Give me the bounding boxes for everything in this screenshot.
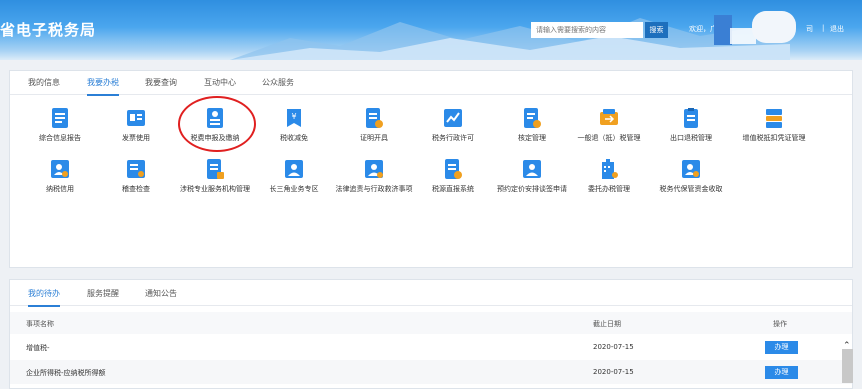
scrollbar-thumb[interactable] bbox=[842, 349, 853, 383]
service-entrust[interactable]: 委托办税管理 bbox=[569, 158, 649, 194]
service-general-refund[interactable]: 一般退（抵）税管理 bbox=[569, 107, 649, 143]
service-invoice[interactable]: 发票使用 bbox=[96, 107, 176, 143]
redacted-user-block bbox=[752, 11, 796, 43]
tab-my-todo[interactable]: 我的待办 bbox=[28, 288, 60, 307]
tab-tax-handling[interactable]: 我要办税 bbox=[87, 77, 119, 96]
welcome-text: 欢迎，广 bbox=[689, 25, 717, 33]
todo-panel: 我的待办 服务提醒 通知公告 事项名称 截止日期 操作 增值税- 2020-07… bbox=[9, 279, 853, 389]
row-name: 增值税- bbox=[26, 344, 50, 352]
column-header-name: 事项名称 bbox=[26, 320, 54, 328]
service-export-refund[interactable]: 出口退税管理 bbox=[651, 107, 731, 143]
header-banner: 省电子税务局 搜索 欢迎，广 司 | 退出 bbox=[0, 0, 862, 60]
credit-icon bbox=[51, 160, 69, 178]
row-deadline: 2020-07-15 bbox=[593, 343, 634, 351]
tab-interaction[interactable]: 互动中心 bbox=[204, 77, 236, 94]
table-row: 增值税- 2020-07-15 办理 bbox=[10, 335, 852, 359]
agency-icon bbox=[207, 159, 224, 179]
invoice-icon bbox=[127, 110, 145, 126]
custody-icon bbox=[682, 160, 700, 178]
pricing-icon bbox=[523, 160, 541, 178]
header-separator: | bbox=[822, 24, 825, 32]
vat-deduct-icon bbox=[766, 109, 782, 128]
todo-tabs: 我的待办 服务提醒 通知公告 bbox=[10, 280, 852, 307]
service-fund-custody[interactable]: 税务代保管资金收取 bbox=[646, 158, 736, 194]
service-certificate[interactable]: 证明开具 bbox=[334, 107, 414, 143]
service-tax-relief[interactable]: ¥ 税收减免 bbox=[254, 107, 334, 143]
service-direct-report[interactable]: 税源直报系统 bbox=[413, 158, 493, 194]
column-header-action: 操作 bbox=[773, 320, 787, 328]
service-legal-remedy[interactable]: 法律追责与行政救济事项 bbox=[334, 158, 414, 194]
legal-icon bbox=[365, 160, 383, 178]
tax-relief-icon: ¥ bbox=[287, 109, 301, 127]
tab-my-info[interactable]: 我的信息 bbox=[28, 77, 60, 94]
search-button[interactable]: 搜索 bbox=[645, 22, 668, 38]
delta-zone-icon bbox=[285, 160, 303, 178]
company-link[interactable]: 司 bbox=[806, 24, 813, 34]
highlight-circle-annotation bbox=[178, 96, 256, 152]
mountain-landscape-icon bbox=[230, 18, 790, 60]
services-panel: 我的信息 我要办税 我要查询 互动中心 公众服务 综合信息报告 发票使用 税费申… bbox=[9, 70, 853, 268]
main-tabs: 我的信息 我要办税 我要查询 互动中心 公众服务 bbox=[10, 71, 852, 96]
service-inspection[interactable]: 稽查检查 bbox=[96, 158, 176, 194]
direct-report-icon bbox=[445, 159, 462, 179]
handle-button[interactable]: 办理 bbox=[765, 366, 798, 379]
search-input[interactable] bbox=[531, 22, 643, 38]
export-refund-icon bbox=[684, 108, 698, 128]
permit-chart-icon bbox=[444, 109, 462, 127]
table-row: 企业所得税-应纳税所得额 2020-07-15 办理 bbox=[10, 360, 852, 384]
service-vat-deduction[interactable]: 增值税抵扣凭证管理 bbox=[724, 107, 824, 143]
certificate-icon bbox=[366, 108, 383, 128]
row-name: 企业所得税-应纳税所得额 bbox=[26, 369, 106, 377]
tab-service-reminder[interactable]: 服务提醒 bbox=[87, 288, 119, 305]
svg-text:¥: ¥ bbox=[291, 112, 296, 121]
service-comprehensive-report[interactable]: 综合信息报告 bbox=[20, 107, 100, 143]
handle-button[interactable]: 办理 bbox=[765, 341, 798, 354]
service-approval[interactable]: 核定管理 bbox=[492, 107, 572, 143]
service-yangtze-delta[interactable]: 长三角业务专区 bbox=[254, 158, 334, 194]
service-tax-agency[interactable]: 涉税专业服务机构管理 bbox=[175, 158, 255, 194]
service-pricing-agreement[interactable]: 预约定价安排谈签申请 bbox=[492, 158, 572, 194]
column-header-deadline: 截止日期 bbox=[593, 320, 621, 328]
tab-query[interactable]: 我要查询 bbox=[145, 77, 177, 94]
site-title: 省电子税务局 bbox=[0, 21, 97, 39]
service-admin-permit[interactable]: 税务行政许可 bbox=[413, 107, 493, 143]
report-icon bbox=[52, 108, 68, 128]
logout-link[interactable]: 退出 bbox=[830, 24, 844, 34]
todo-table-header: 事项名称 截止日期 操作 bbox=[10, 312, 852, 334]
entrust-building-icon bbox=[602, 159, 618, 179]
service-tax-credit[interactable]: 纳税信用 bbox=[20, 158, 100, 194]
tab-public-service[interactable]: 公众服务 bbox=[262, 77, 294, 94]
approval-icon bbox=[524, 108, 541, 128]
tab-notice[interactable]: 通知公告 bbox=[145, 288, 177, 305]
inspection-icon bbox=[127, 160, 145, 178]
row-deadline: 2020-07-15 bbox=[593, 368, 634, 376]
refund-icon bbox=[600, 109, 618, 125]
